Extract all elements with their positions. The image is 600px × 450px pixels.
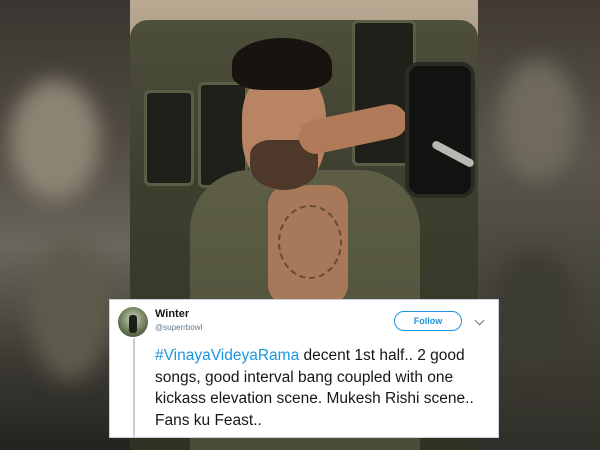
avatar-figure: [129, 315, 137, 333]
person-hair: [232, 38, 332, 90]
user-name[interactable]: Winter: [155, 308, 189, 320]
tattoo: [278, 205, 342, 279]
avatar[interactable]: [118, 307, 148, 337]
hashtag-link[interactable]: #VinayaVideyaRama: [155, 347, 299, 364]
user-handle[interactable]: @superrbowl: [155, 323, 202, 332]
vehicle-window: [144, 90, 194, 186]
follow-button[interactable]: Follow: [394, 311, 462, 331]
tweet-text: #VinayaVideyaRama decent 1st half.. 2 go…: [155, 345, 495, 431]
tweet-card: Winter @superrbowl Follow #VinayaVideyaR…: [109, 299, 499, 438]
chevron-down-icon[interactable]: [474, 315, 485, 326]
thread-line: [133, 338, 135, 438]
side-mirror: [405, 62, 475, 198]
